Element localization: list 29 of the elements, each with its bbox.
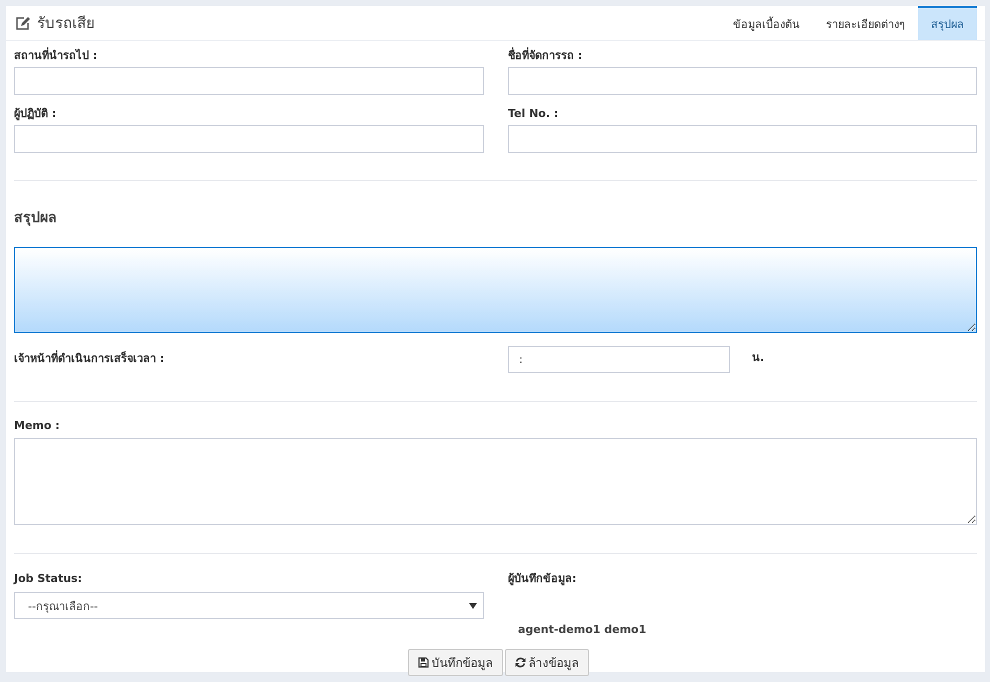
- field-label: ผู้บันทึกข้อมูล:: [508, 572, 578, 586]
- edit-icon: [15, 16, 31, 30]
- field-label: Tel No. :: [508, 107, 560, 121]
- section-heading: สรุปผล: [14, 209, 58, 227]
- refresh-icon: [514, 657, 526, 668]
- field-label: สถานที่นำรถไป :: [14, 49, 98, 63]
- tab[interactable]: สรุปผล: [918, 6, 977, 40]
- field-label: ชื่อที่จัดการรถ :: [508, 49, 584, 63]
- field-label: ผู้ปฏิบัติ :: [14, 107, 58, 121]
- save-button[interactable]: บันทึกข้อมูล: [408, 649, 502, 676]
- recorder-name: agent-demo1 demo1: [518, 623, 646, 636]
- text-field[interactable]: [508, 67, 977, 95]
- job-status-select[interactable]: --กรุณาเลือก--: [14, 592, 484, 619]
- tab[interactable]: ข้อมูลเบื้องต้น: [720, 6, 813, 40]
- field-label: Job Status:: [14, 572, 83, 586]
- clear-button[interactable]: ล้างข้อมูล: [504, 649, 588, 676]
- time-field[interactable]: :: [508, 346, 730, 373]
- tab[interactable]: รายละเอียดต่างๆ: [813, 6, 918, 40]
- panel-title: รับรถเสีย: [37, 13, 95, 34]
- summary-textarea[interactable]: [14, 247, 977, 333]
- field-label: เจ้าหน้าที่ดำเนินการเสร็จเวลา :: [14, 352, 166, 366]
- text-field[interactable]: [508, 125, 977, 153]
- text-field[interactable]: [14, 125, 484, 153]
- save-icon: [418, 657, 428, 668]
- field-label: Memo :: [14, 419, 61, 433]
- unit-label: น.: [752, 350, 764, 366]
- memo-textarea[interactable]: [14, 438, 977, 525]
- text-field[interactable]: [14, 67, 484, 95]
- caret-icon: [469, 602, 477, 610]
